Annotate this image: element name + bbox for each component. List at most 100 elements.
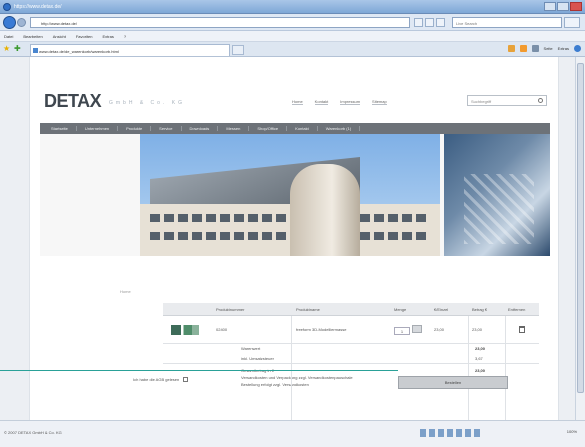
nav-item-products[interactable]: Produkte [118, 126, 152, 131]
menu-item-help[interactable]: ? [124, 34, 126, 39]
page-menu[interactable]: Seite [544, 46, 553, 51]
top-link-home[interactable]: Home [292, 99, 303, 105]
remove-cell [505, 325, 539, 334]
header-image [163, 303, 213, 315]
site-search-placeholder: Suchbegriff [471, 99, 492, 104]
maximize-icon[interactable] [557, 2, 569, 11]
menu-item-favorites[interactable]: Favoriten [76, 34, 93, 39]
update-quantity-button[interactable] [412, 324, 422, 333]
add-favorite-icon[interactable]: ✚ [14, 45, 21, 53]
tab-title: www.detax.de/de_warenkorb/warenkorb.html [39, 49, 119, 54]
forward-button[interactable] [17, 18, 26, 27]
product-image-cell [163, 324, 213, 335]
ie-logo-icon [3, 3, 11, 11]
browser-tab[interactable]: www.detax.de/de_warenkorb/warenkorb.html [30, 44, 230, 56]
scrollbar-thumb[interactable] [577, 63, 584, 393]
window-controls [544, 2, 582, 11]
product-number: 02400 [216, 327, 228, 332]
item-total: 23,00 [472, 327, 483, 332]
top-link-sitemap[interactable]: Sitemap [372, 99, 387, 105]
address-buttons [414, 18, 445, 27]
vat-value: 3,67 [475, 356, 483, 361]
cart-header-row: Produktnummer Produktname Menge €/Einzel… [163, 303, 539, 316]
top-links: Home Kontakt Impressum Sitemap [292, 99, 387, 105]
header-product-name: Produktname [296, 307, 320, 312]
logo-subtitle: GmbH & Co. KG [109, 100, 185, 106]
tools-menu[interactable]: Extras [558, 46, 569, 51]
status-text: © 2007 DETAX GmbH & Co. KG [4, 430, 62, 435]
search-icon[interactable] [564, 17, 580, 28]
progress-zone-icon [420, 429, 480, 437]
tab-bar: ★ ✚ www.detax.de/de_warenkorb/warenkorb.… [0, 42, 585, 57]
hero-side-photo [444, 134, 550, 256]
top-link-imprint[interactable]: Impressum [340, 99, 361, 105]
hero-banner [40, 134, 550, 256]
browser-viewport: DETAX GmbH & Co. KG Home Kontakt Impress… [0, 57, 575, 420]
minimize-icon[interactable] [544, 2, 556, 11]
header-amount: Betrag € [472, 307, 488, 312]
menu-bar: Datei Bearbeiten Ansicht Favoriten Extra… [0, 31, 585, 42]
browser-titlebar: https://www.detax.de/ [0, 0, 585, 14]
page-icon [33, 48, 38, 53]
menu-item-file[interactable]: Datei [4, 34, 13, 39]
terms-row: Ich habe die AGB gelesen [133, 377, 189, 382]
nav-item-company[interactable]: Unternehmen [77, 126, 119, 131]
glass-facade [464, 174, 534, 244]
top-link-contact[interactable]: Kontakt [314, 99, 329, 105]
product-name[interactable]: freeform 3D-Modelliermasse [293, 327, 391, 332]
nav-item-start[interactable]: Startseite [43, 126, 77, 131]
header-remove: Entfernen [508, 307, 526, 312]
subtotal-value: 23,00 [475, 346, 486, 351]
back-button[interactable] [3, 16, 16, 29]
trash-icon[interactable] [519, 325, 525, 333]
terms-checkbox[interactable] [183, 377, 189, 382]
cart-item-row: 02400 freeform 3D-Modelliermasse 1 23,00… [163, 316, 539, 344]
feed-icon[interactable] [519, 45, 527, 52]
callout-line [0, 370, 398, 371]
menu-item-edit[interactable]: Bearbeiten [23, 34, 42, 39]
nav-item-service[interactable]: Service [151, 126, 182, 131]
shipping-line-3: Bestellung erfolgt zzgl. Versandkosten [241, 382, 309, 387]
subtotal-label: Warenwert [241, 346, 261, 351]
header-quantity: Menge [394, 307, 407, 312]
close-icon[interactable] [570, 2, 582, 11]
magnifier-icon[interactable] [538, 98, 543, 103]
shipping-line-2: Versandkosten und Verpackung zzgl. Versa… [241, 375, 353, 380]
nav-item-cart[interactable]: Warenkorb (1) [318, 126, 361, 131]
print-icon[interactable] [531, 45, 539, 52]
nav-item-shop[interactable]: Shop/Office [249, 126, 288, 131]
breadcrumb[interactable]: Home [120, 289, 131, 294]
checkout-button[interactable]: Bestellen [398, 376, 508, 389]
zoom-level[interactable]: 100% [567, 429, 577, 434]
vat-label: inkl. Umsatzsteuer [241, 356, 274, 361]
nav-item-fairs[interactable]: Messen [218, 126, 250, 131]
window-title: https://www.detax.de/ [14, 4, 62, 10]
compat-icon[interactable] [414, 18, 423, 27]
address-bar: http://www.detax.de/ Live Search [0, 14, 585, 31]
menu-item-view[interactable]: Ansicht [53, 34, 66, 39]
menu-item-tools[interactable]: Extras [103, 34, 114, 39]
header-product-number: Produktnummer [216, 307, 245, 312]
product-image [171, 324, 199, 335]
help-icon[interactable] [574, 45, 581, 52]
vertical-scrollbar[interactable] [575, 57, 585, 420]
shipping-value: 23,00 [475, 368, 486, 373]
browser-search-input[interactable]: Live Search [452, 17, 562, 28]
nav-item-downloads[interactable]: Downloads [182, 126, 219, 131]
main-navigation: Startseite Unternehmen Produkte Service … [40, 123, 550, 134]
column-divider [468, 316, 469, 420]
header-unit-price: €/Einzel [434, 307, 449, 312]
favorites-star-icon[interactable]: ★ [3, 45, 10, 53]
nav-item-contact[interactable]: Kontakt [287, 126, 318, 131]
quantity-input[interactable]: 1 [394, 326, 410, 335]
web-page: DETAX GmbH & Co. KG Home Kontakt Impress… [29, 57, 559, 420]
site-search-input[interactable]: Suchbegriff [467, 95, 547, 106]
home-icon[interactable] [507, 45, 515, 52]
detax-logo[interactable]: DETAX [44, 91, 102, 112]
refresh-icon[interactable] [425, 18, 434, 27]
url-field[interactable]: http://www.detax.de/ [30, 17, 410, 28]
building-tower [290, 164, 360, 256]
column-divider [291, 316, 292, 420]
new-tab-button[interactable] [232, 45, 244, 55]
stop-icon[interactable] [436, 18, 445, 27]
